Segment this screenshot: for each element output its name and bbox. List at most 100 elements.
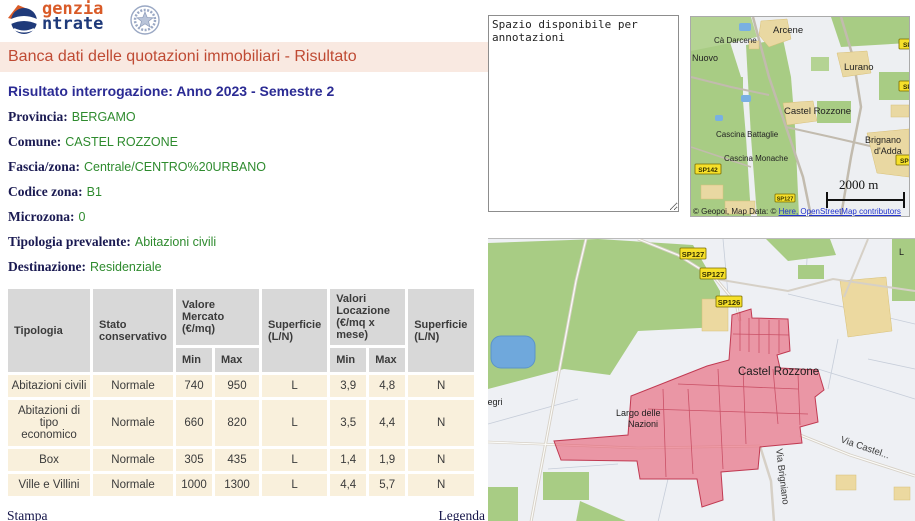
footer-links: Stampa Legenda (7, 508, 485, 521)
field-value: CASTEL ROZZONE (65, 135, 178, 149)
cell-vl-min: 3,9 (330, 375, 366, 397)
cell-superficie-1: L (262, 474, 327, 496)
field-comune: Comune: CASTEL ROZZONE (8, 135, 492, 149)
pond (491, 336, 535, 368)
page: genzia ntrate Banca dati delle quotazion… (0, 0, 915, 521)
street-label-negri: Negri (488, 397, 503, 407)
result-heading: Risultato interrogazione: Anno 2023 - Se… (8, 83, 492, 99)
street-label-largo-1: Largo delle (616, 408, 661, 418)
col-header-min-locazione: Min (330, 348, 366, 372)
field-label: Microzona: (8, 209, 74, 224)
field-fascia-zona: Fascia/zona:Centrale/CENTRO%20URBANO (8, 160, 492, 174)
town-label-nuovo: Nuovo (692, 53, 718, 63)
logo-text: genzia ntrate (42, 2, 103, 32)
cell-vl-max: 4,4 (369, 400, 405, 446)
cell-superficie-2: N (408, 474, 474, 496)
left-column: genzia ntrate Banca dati delle quotazion… (0, 0, 492, 521)
cell-superficie-1: L (262, 375, 327, 397)
edge-label-top-right: L (899, 247, 904, 257)
field-microzona: Microzona: 0 (8, 210, 492, 224)
field-label: Comune: (8, 134, 61, 149)
field-destinazione: Destinazione:Residenziale (8, 260, 492, 274)
road-shield-sp127-b: SP127 (702, 270, 725, 279)
col-header-superficie-2: Superficie (L/N) (408, 289, 474, 372)
result-fields: Provincia:BERGAMO Comune:CASTEL ROZZONE … (8, 110, 492, 274)
field-value: Abitazioni civili (135, 235, 216, 249)
cell-stato: Normale (93, 400, 173, 446)
cell-stato: Normale (93, 375, 173, 397)
town-label-ca-darcene: Cà Darcene (714, 36, 757, 45)
cell-vl-max: 5,7 (369, 474, 405, 496)
page-banner: Banca dati delle quotazioni immobiliari … (0, 42, 492, 72)
page-title: Banca dati delle quotazioni immobiliari … (0, 48, 357, 66)
cell-superficie-2: N (408, 449, 474, 471)
col-header-valore-mercato: Valore Mercato (€/mq) (176, 289, 259, 345)
col-header-tipologia: Tipologia (8, 289, 90, 372)
cell-superficie-2: N (408, 375, 474, 397)
quotations-table: Tipologia Stato conservativo Valore Merc… (5, 286, 477, 499)
town-label-cascina-battaglie: Cascina Battaglie (716, 130, 779, 139)
col-header-max-mercato: Max (215, 348, 259, 372)
col-header-superficie-1: Superficie (L/N) (262, 289, 327, 372)
field-value: BERGAMO (72, 110, 136, 124)
cell-tipologia: Box (8, 449, 90, 471)
cell-vl-min: 4,4 (330, 474, 366, 496)
cell-stato: Normale (93, 449, 173, 471)
stampa-link[interactable]: Stampa (7, 508, 48, 521)
field-value: Centrale/CENTRO%20URBANO (84, 160, 266, 174)
cell-tipologia: Abitazioni di tipo economico (8, 400, 90, 446)
col-header-stato-conservativo: Stato conservativo (93, 289, 173, 372)
street-label-largo-2: Nazioni (628, 419, 658, 429)
annotations-textarea[interactable]: Spazio disponibile per annotazioni (488, 15, 679, 212)
field-codice-zona: Codice zona: B1 (8, 185, 492, 199)
legenda-link[interactable]: Legenda (439, 508, 485, 521)
cell-superficie-1: L (262, 400, 327, 446)
scale-label: 2000 m (839, 177, 878, 192)
cell-vl-min: 3,5 (330, 400, 366, 446)
cell-vm-max: 950 (215, 375, 259, 397)
town-label-arcene: Arcene (773, 25, 803, 36)
overview-map[interactable]: Arcene Cà Darcene Nuovo Lurano Castel Ro… (690, 16, 910, 217)
cell-tipologia: Abitazioni civili (8, 375, 90, 397)
table-row: Ville e Villini Normale 1000 1300 L 4,4 … (8, 474, 474, 496)
map-attribution: © Geopoi, Map Data: © Here, OpenStreetMa… (693, 207, 901, 216)
town-label-castel-rozzone: Castel Rozzone (784, 106, 851, 117)
cell-vm-max: 435 (215, 449, 259, 471)
road-shield-sp127-a: SP127 (682, 250, 705, 259)
field-value: Residenziale (90, 260, 162, 274)
attribution-links[interactable]: Here, OpenStreetMap contributors (779, 207, 901, 216)
road-shield-small: SP127 (777, 197, 794, 203)
table-row: Box Normale 305 435 L 1,4 1,9 N (8, 449, 474, 471)
road-shield-edge-1: SP1 (903, 42, 909, 49)
cell-vm-min: 1000 (176, 474, 212, 496)
field-provincia: Provincia: BERGAMO (8, 110, 492, 124)
cell-vl-min: 1,4 (330, 449, 366, 471)
agenzia-entrate-logo: genzia ntrate (6, 2, 492, 40)
road-shield-edge-2: SP1 (903, 84, 909, 91)
cell-vm-min: 305 (176, 449, 212, 471)
road-shield-sp126: SP126 (718, 298, 741, 307)
road-shield-edge-3: SP1 (900, 158, 909, 165)
cell-tipologia: Ville e Villini (8, 474, 90, 496)
agenzia-entrate-logo-icon (6, 3, 40, 42)
town-label-lurano: Lurano (844, 62, 874, 73)
field-value: B1 (87, 185, 102, 199)
field-label: Codice zona: (8, 184, 83, 199)
cell-vm-min: 660 (176, 400, 212, 446)
italian-republic-emblem-icon (128, 3, 162, 42)
table-row: Abitazioni civili Normale 740 950 L 3,9 … (8, 375, 474, 397)
field-tipologia-prevalente: Tipologia prevalente:Abitazioni civili (8, 235, 492, 249)
cell-superficie-1: L (262, 449, 327, 471)
road-shield-sp142: SP142 (698, 167, 718, 174)
field-label: Provincia: (8, 109, 68, 124)
cell-vm-min: 740 (176, 375, 212, 397)
col-header-max-locazione: Max (369, 348, 405, 372)
cell-superficie-2: N (408, 400, 474, 446)
field-value: 0 (78, 210, 85, 224)
table-row: Abitazioni di tipo economico Normale 660… (8, 400, 474, 446)
logo-line2: ntrate (42, 17, 103, 32)
col-header-min-mercato: Min (176, 348, 212, 372)
cell-vl-max: 4,8 (369, 375, 405, 397)
detail-map[interactable]: Castel Rozzone Largo delle Nazioni Via B… (488, 238, 915, 521)
town-label-cascina-monache: Cascina Monache (724, 154, 789, 163)
